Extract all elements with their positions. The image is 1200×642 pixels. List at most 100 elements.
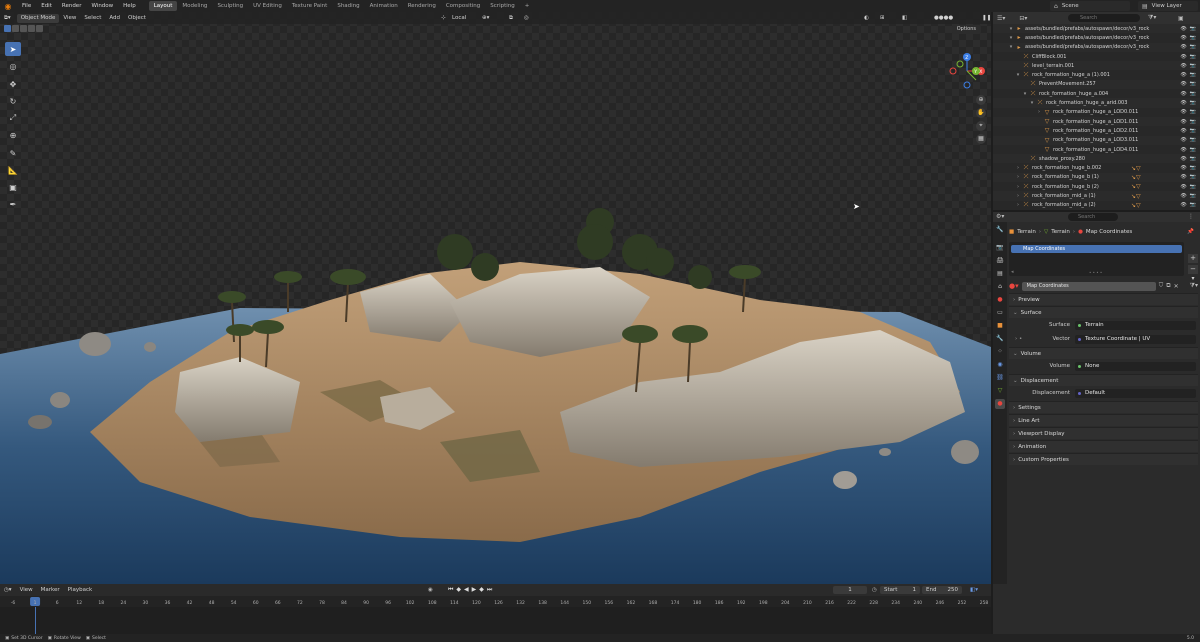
sync-icon[interactable]: ◧▾ xyxy=(970,587,978,593)
expand-arrow-icon[interactable]: ▾ xyxy=(1007,26,1015,32)
render-camera-icon[interactable]: 📷 xyxy=(1190,128,1196,134)
render-camera-icon[interactable]: 📷 xyxy=(1190,72,1196,78)
render-camera-icon[interactable]: 📷 xyxy=(1190,109,1196,115)
collection-tab-icon[interactable]: ▭ xyxy=(995,308,1005,318)
outliner-row[interactable]: ⤫ PreventMovement.257 👁 📷 xyxy=(993,80,1200,89)
workspace-tab-rendering[interactable]: Rendering xyxy=(403,1,441,11)
pan-hand-icon[interactable]: ✋ xyxy=(976,108,986,118)
transform-orientation-dropdown[interactable]: Local xyxy=(448,14,470,23)
prev-keyframe-icon[interactable]: ◆ xyxy=(456,586,461,594)
properties-editor-type-icon[interactable]: ⚙▾ xyxy=(996,213,1004,220)
render-camera-icon[interactable]: 📷 xyxy=(1190,44,1196,50)
proportional-edit-icon[interactable]: ◎ xyxy=(520,14,533,23)
visibility-icon[interactable]: ◐ xyxy=(860,14,873,23)
zoom-icon[interactable]: ⊕ xyxy=(976,95,986,105)
render-camera-icon[interactable]: 📷 xyxy=(1190,100,1196,106)
eye-icon[interactable]: 👁 xyxy=(1180,193,1186,199)
add-workspace-button[interactable]: + xyxy=(520,1,535,11)
render-camera-icon[interactable]: 📷 xyxy=(1190,26,1196,32)
shading-mode-icons[interactable]: ●●●● xyxy=(930,14,957,23)
render-camera-icon[interactable]: 📷 xyxy=(1190,119,1196,125)
render-camera-icon[interactable]: 📷 xyxy=(1190,147,1196,153)
timeline-menu-marker[interactable]: Marker xyxy=(37,587,64,593)
outliner-row[interactable]: ▾ ⤫ rock_formation_huge_a (1).001 👁 📷 xyxy=(993,71,1200,80)
expand-arrow-icon[interactable]: ▾ xyxy=(1014,72,1022,78)
eye-icon[interactable]: 👁 xyxy=(1180,147,1186,153)
eye-icon[interactable]: 👁 xyxy=(1180,128,1186,134)
duplicate-material-icon[interactable]: ⧉ xyxy=(1166,282,1170,290)
material-filter-icon[interactable]: ⧩▾ xyxy=(1190,282,1198,290)
pen-tool-icon[interactable]: ✒ xyxy=(5,197,21,211)
camera-icon[interactable]: ⌖ xyxy=(976,121,986,131)
workspace-tab-texture-paint[interactable]: Texture Paint xyxy=(287,1,333,11)
expand-arrow-icon[interactable]: › xyxy=(1014,174,1022,180)
annotate-tool-icon[interactable]: ✎ xyxy=(5,146,21,160)
render-camera-icon[interactable]: 📷 xyxy=(1190,91,1196,97)
expand-arrow-icon[interactable]: ▾ xyxy=(1021,91,1029,97)
render-camera-icon[interactable]: 📷 xyxy=(1190,63,1196,69)
fake-user-icon[interactable]: ⛉ xyxy=(1159,282,1164,290)
snap-icon[interactable]: ⧉ xyxy=(505,14,517,23)
panel-displacement[interactable]: ⌄ Displacement xyxy=(1009,374,1198,386)
render-camera-icon[interactable]: 📷 xyxy=(1190,81,1196,87)
select-new-icon[interactable] xyxy=(4,25,11,32)
output-tab-icon[interactable]: 🖨 xyxy=(995,256,1005,266)
remove-slot-button[interactable]: − xyxy=(1188,265,1198,274)
rotate-tool-icon[interactable]: ↻ xyxy=(5,94,21,108)
volume-field[interactable]: None xyxy=(1075,361,1196,371)
outliner-row[interactable]: ▾ ▸ assets/bundled/prefabs/autospawn/decor… xyxy=(993,43,1200,52)
expand-arrow-icon[interactable]: ▾ xyxy=(1028,100,1036,106)
gizmo-toggle-icon[interactable]: ⊞ xyxy=(876,14,889,23)
material-browse-icon[interactable]: ●▾ xyxy=(1009,282,1019,290)
eye-icon[interactable]: 👁 xyxy=(1180,81,1186,87)
data-tab-icon[interactable]: ▽ xyxy=(995,386,1005,396)
workspace-tab-uv-editing[interactable]: UV Editing xyxy=(248,1,287,11)
panel-line-art[interactable]: › Line Art xyxy=(1009,414,1198,426)
panel-settings[interactable]: › Settings xyxy=(1009,401,1198,413)
expand-arrow-icon[interactable]: › xyxy=(1035,109,1043,115)
scene-selector[interactable]: ⌂ Scene xyxy=(1050,1,1130,11)
playhead-line[interactable] xyxy=(35,607,37,634)
render-camera-icon[interactable]: 📷 xyxy=(1190,156,1196,162)
jump-start-icon[interactable]: ⏮ xyxy=(448,586,453,594)
expand-arrow-icon[interactable]: › xyxy=(1014,165,1022,171)
outliner-row[interactable]: ▽ rock_formation_huge_a_LOD3.011 👁 📷 xyxy=(993,136,1200,145)
menu-render[interactable]: Render xyxy=(57,0,87,12)
panel-animation[interactable]: › Animation xyxy=(1009,440,1198,452)
display-mode-icon[interactable]: ⊟▾ xyxy=(1019,15,1027,22)
start-frame-field[interactable]: Start 1 xyxy=(880,586,920,594)
select-tool-icon[interactable]: ➤ xyxy=(5,42,21,56)
options-dropdown[interactable]: Options xyxy=(951,25,981,34)
surface-field[interactable]: Terrain xyxy=(1075,320,1196,330)
workspace-tab-layout[interactable]: Layout xyxy=(148,1,178,11)
menu-edit[interactable]: Edit xyxy=(36,0,57,12)
menu-file[interactable]: File xyxy=(17,0,36,12)
pause-icon[interactable]: ❚❚ xyxy=(978,14,991,23)
timeline-menu-playback[interactable]: Playback xyxy=(64,587,97,593)
render-camera-icon[interactable]: 📷 xyxy=(1190,174,1196,180)
cursor-tool-icon[interactable]: ◎ xyxy=(5,59,21,73)
physics-tab-icon[interactable]: ◉ xyxy=(995,360,1005,370)
workspace-tab-compositing[interactable]: Compositing xyxy=(441,1,485,11)
tool-tab-icon[interactable]: 🔧 xyxy=(995,225,1005,235)
add-slot-button[interactable]: + xyxy=(1188,254,1198,263)
new-collection-icon[interactable]: ▣ xyxy=(1178,15,1184,22)
eye-icon[interactable]: 👁 xyxy=(1180,100,1186,106)
outliner-row[interactable]: ⤫ shadow_proxy.280 👁 📷 xyxy=(993,154,1200,163)
next-keyframe-icon[interactable]: ◆ xyxy=(479,586,484,594)
eye-icon[interactable]: 👁 xyxy=(1180,202,1186,208)
add-cube-tool-icon[interactable]: ▣ xyxy=(5,180,21,194)
navigation-gizmo[interactable]: X Z Y xyxy=(946,50,988,92)
measure-tool-icon[interactable]: 📐 xyxy=(5,163,21,177)
eye-icon[interactable]: 👁 xyxy=(1180,174,1186,180)
render-camera-icon[interactable]: 📷 xyxy=(1190,184,1196,190)
jump-end-icon[interactable]: ⏭ xyxy=(487,586,492,594)
outliner-row[interactable]: ▾ ⤫ rock_formation_huge_a.004 👁 📷 xyxy=(993,89,1200,98)
expand-arrow-icon[interactable]: › xyxy=(1014,184,1022,190)
outliner-row[interactable]: ⤫ level_terrain.001 👁 📷 xyxy=(993,61,1200,70)
transform-tool-icon[interactable]: ⊕ xyxy=(5,128,21,142)
outliner-row[interactable]: › ▽ rock_formation_huge_a_LOD0.011 👁 📷 xyxy=(993,108,1200,117)
material-slot-list[interactable]: Map Coordinates • • • • ◂ xyxy=(1009,242,1184,276)
viewport-menu-add[interactable]: Add xyxy=(105,14,124,23)
render-camera-icon[interactable]: 📷 xyxy=(1190,193,1196,199)
